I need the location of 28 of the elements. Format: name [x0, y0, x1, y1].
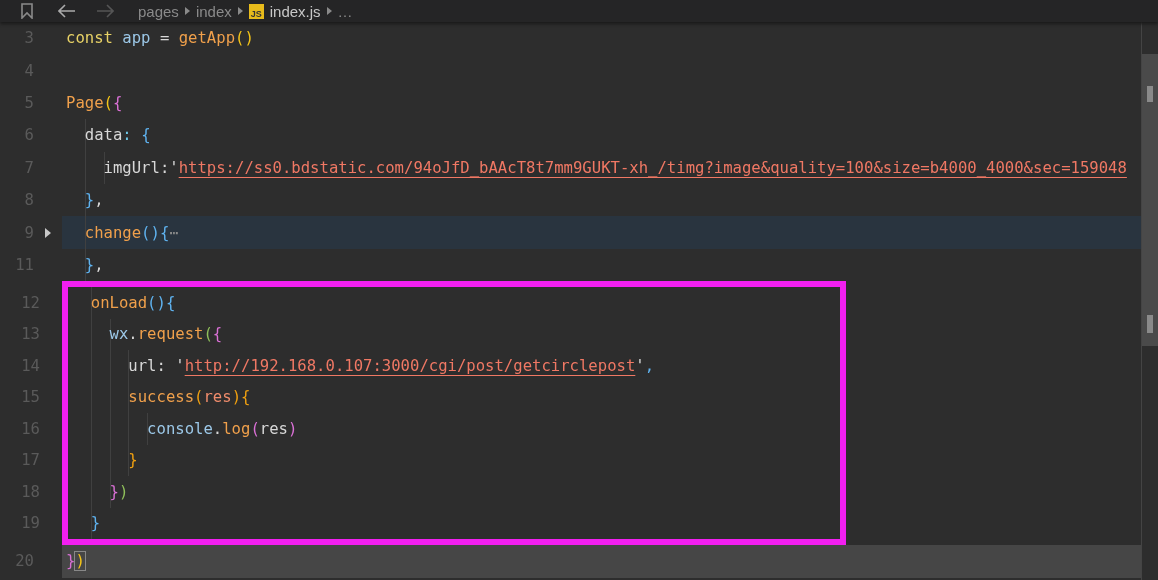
code-line: Page({	[66, 93, 123, 112]
code-line: const app = getApp()	[66, 29, 254, 48]
code-line: data: {	[83, 126, 151, 145]
breadcrumb-item[interactable]: index.js	[269, 2, 321, 20]
breadcrumb-item[interactable]: index	[195, 2, 232, 20]
code-line: success(res){	[127, 388, 251, 407]
code-line: })	[108, 482, 129, 501]
file-type-badge: JS	[248, 3, 264, 19]
chevron-icon	[326, 7, 332, 15]
code-line: },	[83, 255, 104, 274]
code-line: },	[83, 191, 104, 210]
code-line: change(){⋯	[83, 223, 179, 242]
code-line: imgUrl:'https://ss0.bdstatic.com/94oJfD_bAAcT8t7mm9GUKT-xh_/timg?image&quality=100&size=b4000_4000&sec=159048	[102, 158, 1127, 177]
code-line: url: 'http://192.168.0.107:3000/cgi/post/getcirclepost',	[127, 356, 655, 375]
chevron-icon	[237, 7, 243, 15]
code-line: }	[89, 514, 101, 533]
breadcrumb-item[interactable]: …	[337, 2, 353, 20]
bookmark-icon[interactable]	[20, 3, 34, 19]
code-line: console.log(res)	[146, 419, 298, 438]
chevron-icon	[184, 7, 190, 15]
code-line: wx.request({	[108, 325, 223, 344]
fold-arrow-icon[interactable]	[44, 227, 52, 238]
back-arrow-icon[interactable]	[58, 4, 76, 18]
code-line: onLoad(){	[89, 293, 176, 312]
code-line: }	[127, 451, 138, 470]
breadcrumb-item[interactable]: pages	[138, 2, 179, 20]
scrollbar[interactable]	[1141, 22, 1158, 580]
code-line: })	[66, 552, 85, 571]
